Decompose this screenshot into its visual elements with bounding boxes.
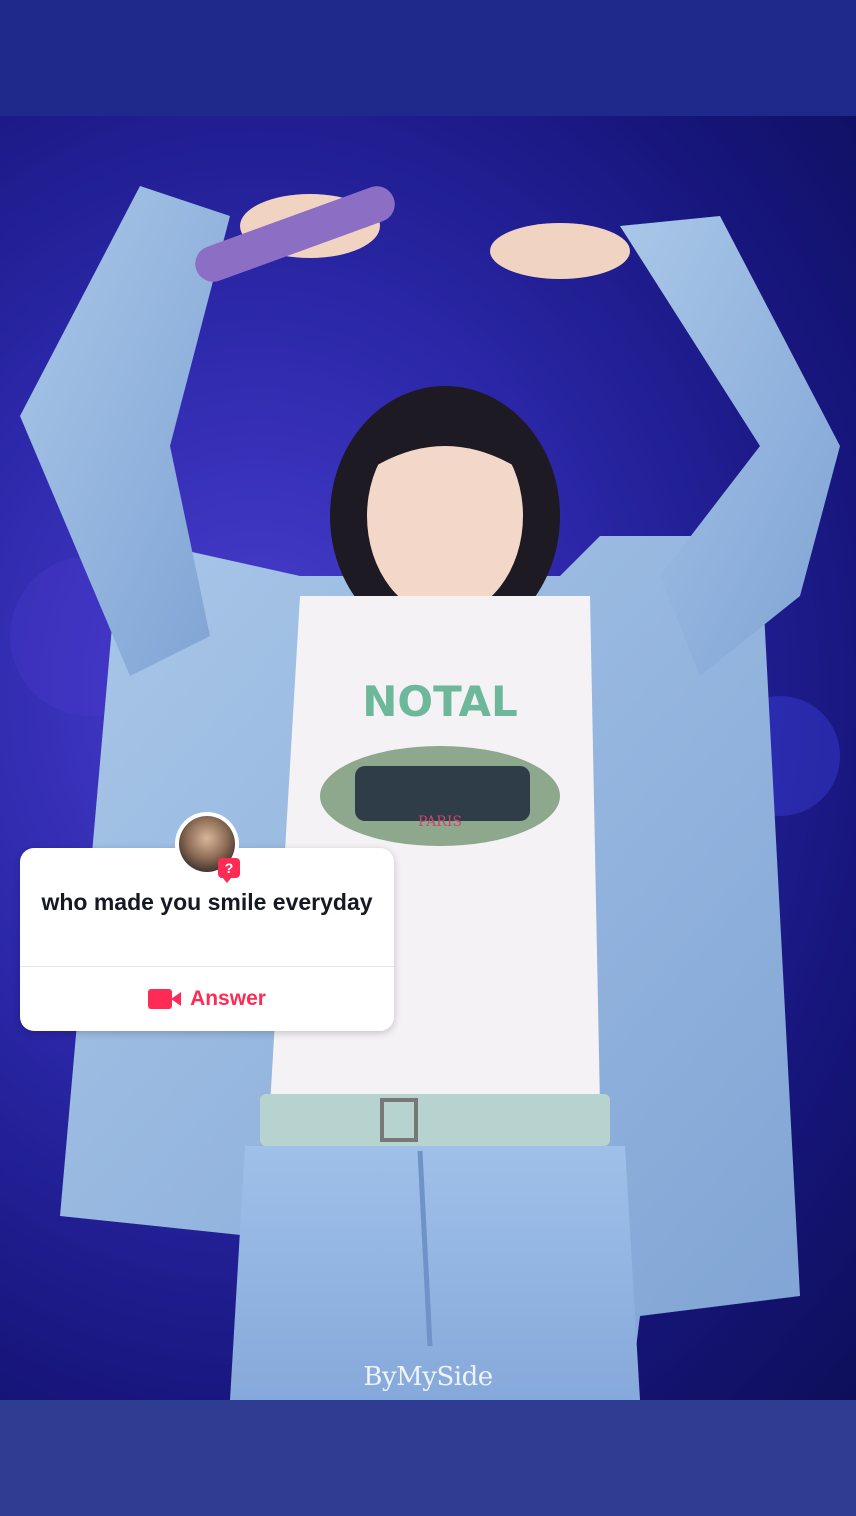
bottom-band xyxy=(0,1400,856,1516)
question-text: who made you smile everyday xyxy=(41,889,373,915)
question-mark-icon: ? xyxy=(218,858,240,883)
answer-button[interactable]: Answer xyxy=(20,967,394,1031)
performer-illustration: PARIS NOTAL xyxy=(10,186,840,1400)
svg-text:PARIS: PARIS xyxy=(418,814,462,830)
story-photo: PARIS NOTAL ByMySide xyxy=(0,116,856,1400)
watermark-text: ByMySide xyxy=(363,1362,493,1392)
video-camera-icon xyxy=(148,989,182,1009)
top-band xyxy=(0,0,856,116)
story-page: PARIS NOTAL ByMySide ? who made you smil… xyxy=(0,0,856,1516)
answer-label: Answer xyxy=(190,987,266,1010)
svg-text:NOTAL: NOTAL xyxy=(362,677,518,726)
question-sticker[interactable]: ? who made you smile everyday Answer xyxy=(20,812,394,1031)
